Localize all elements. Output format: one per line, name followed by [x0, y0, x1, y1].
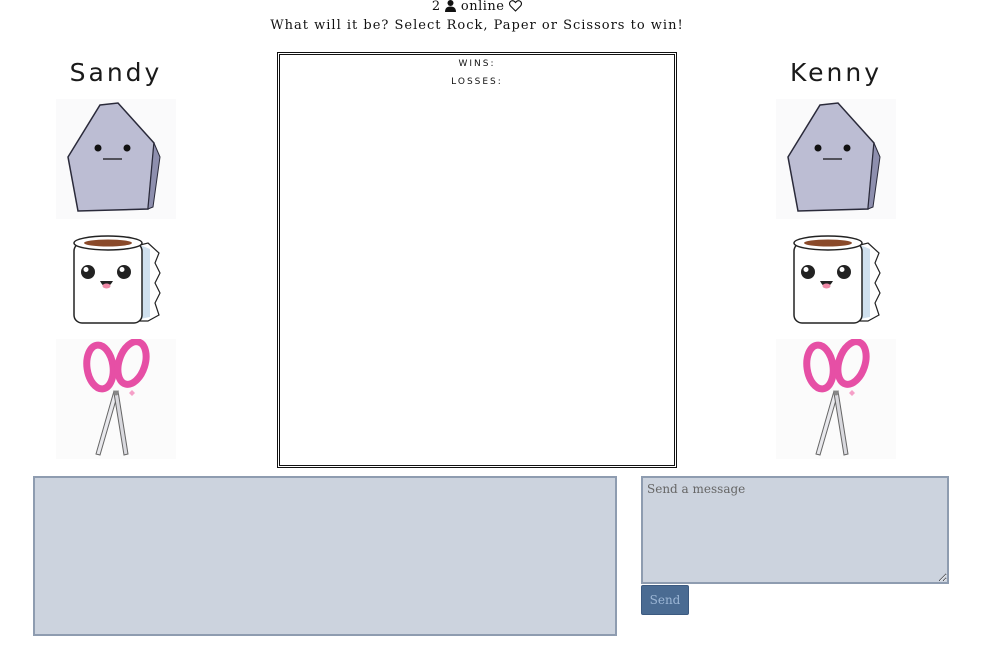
online-count: 2 [431, 0, 441, 14]
right-rock-choice[interactable] [776, 99, 896, 219]
message-input[interactable] [641, 476, 949, 584]
rock-face-icon [776, 99, 896, 219]
send-button[interactable]: Send [641, 585, 689, 615]
losses-label: LOSSES: [451, 77, 503, 87]
toilet-paper-icon [73, 235, 161, 324]
online-label: online [460, 0, 505, 14]
online-status: 2 online [0, 0, 954, 14]
player-name-left: Sandy [69, 58, 163, 87]
left-rock-choice[interactable] [56, 99, 176, 219]
rock-face-icon [56, 99, 176, 219]
game-prompt: What will it be? Select Rock, Paper or S… [270, 18, 684, 33]
right-paper-choice[interactable] [776, 220, 896, 340]
player-name-right: Kenny [789, 58, 882, 87]
pink-scissors-icon [56, 339, 176, 459]
person-icon [445, 0, 457, 16]
chat-log[interactable] [33, 476, 617, 636]
scoreboard: WINS: LOSSES: [277, 52, 677, 468]
left-scissors-choice[interactable] [56, 339, 176, 459]
wins-label: WINS: [458, 59, 496, 69]
pink-scissors-icon [776, 339, 896, 459]
right-scissors-choice[interactable] [776, 339, 896, 459]
toilet-paper-icon [793, 235, 881, 324]
heart-outline-icon[interactable] [509, 0, 523, 16]
left-paper-choice[interactable] [56, 220, 176, 340]
